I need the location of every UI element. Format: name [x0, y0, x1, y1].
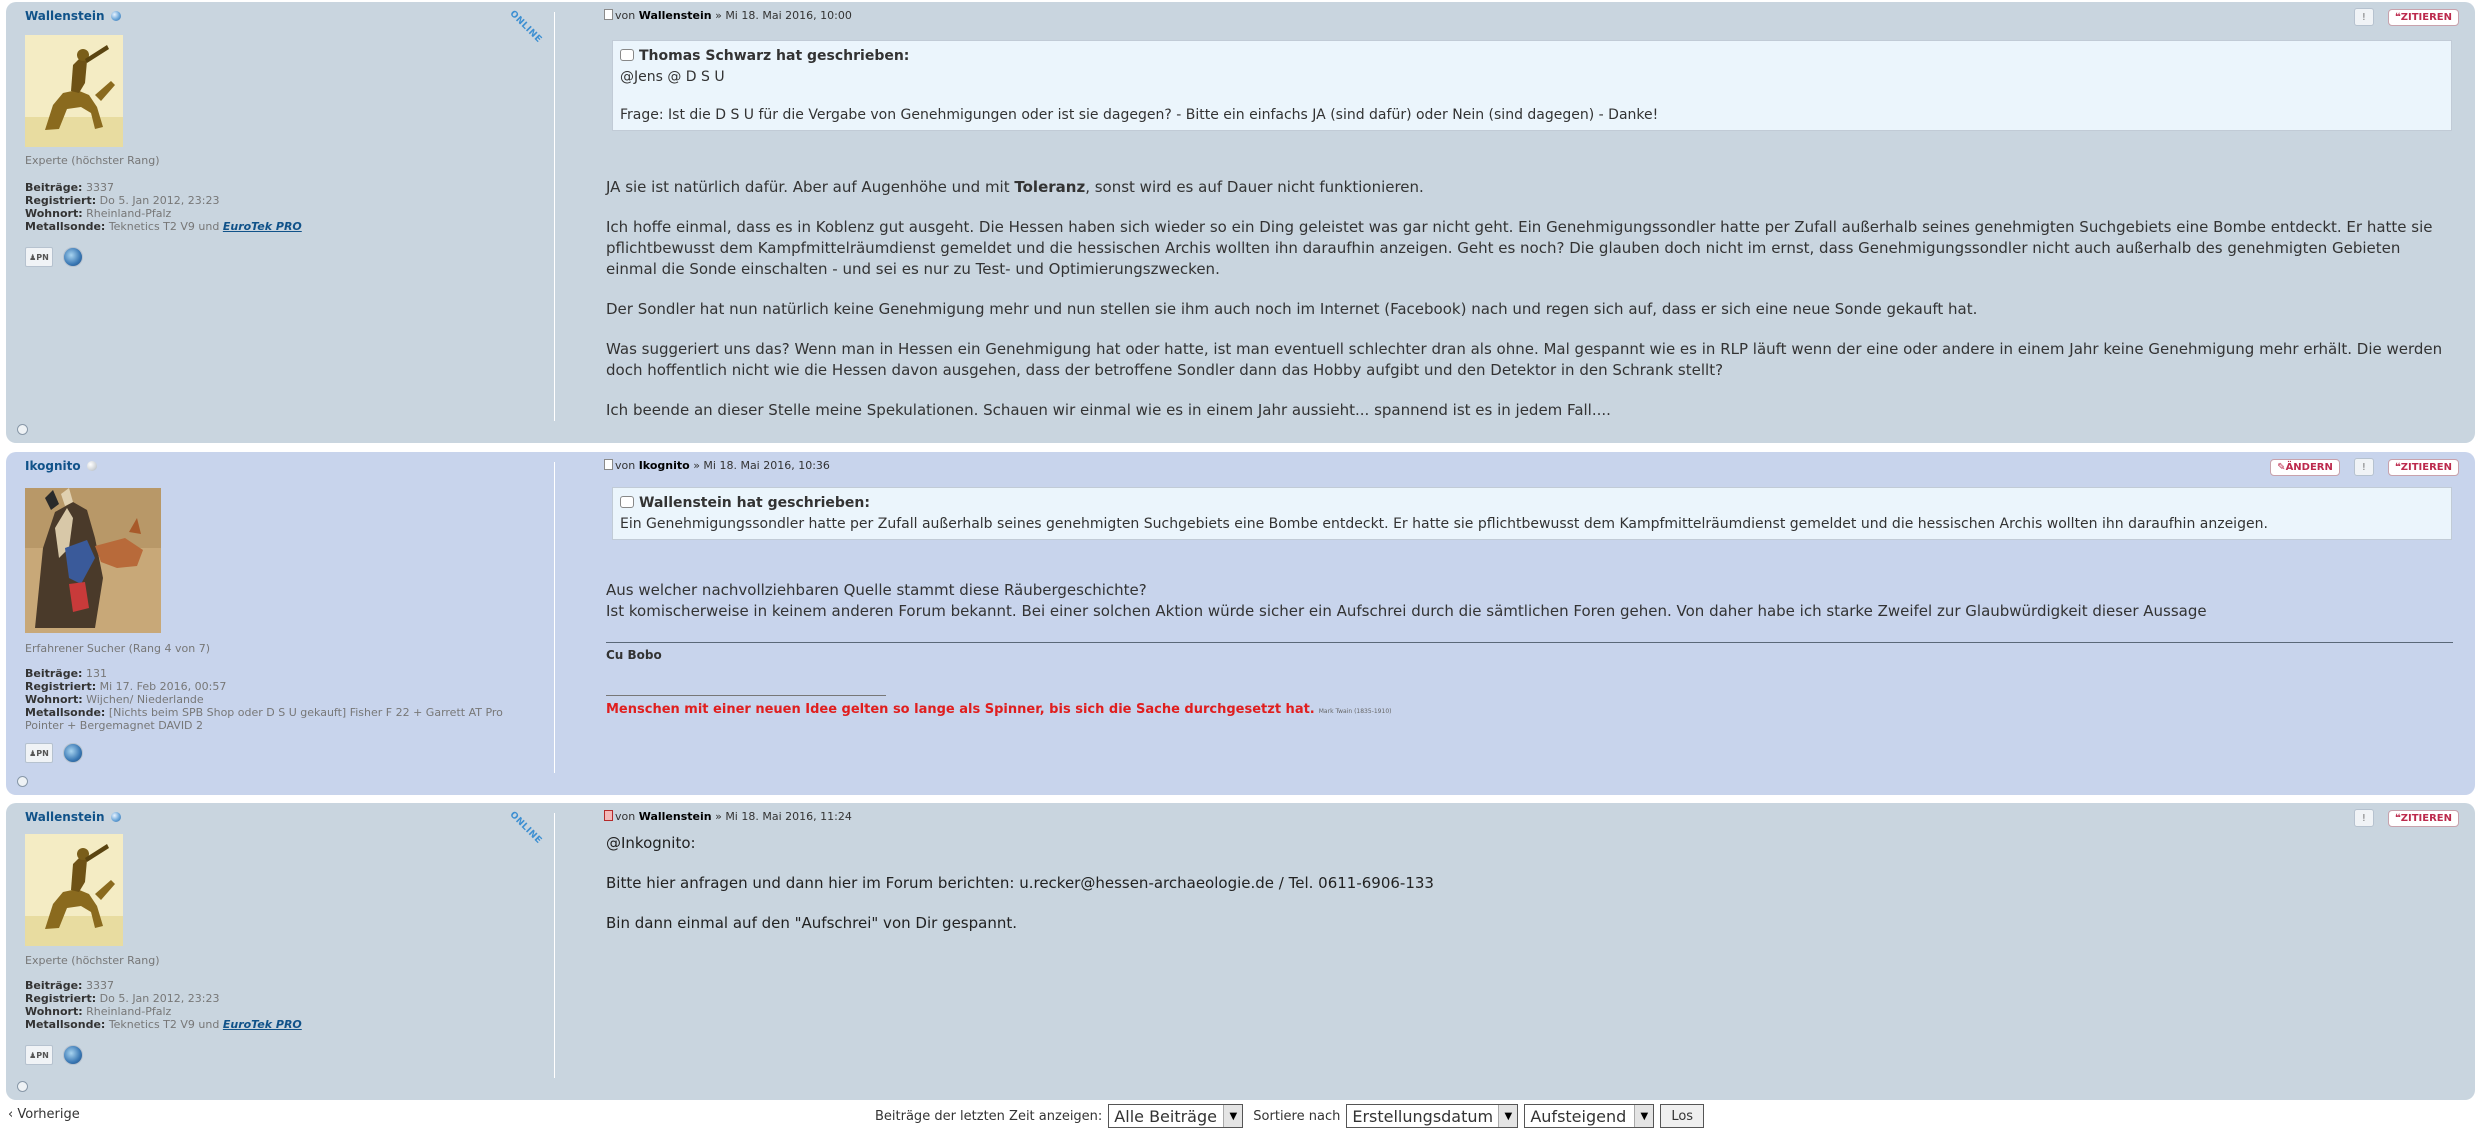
quote-line: @Jens @ D S U — [620, 69, 725, 85]
post-body: JA sie ist natürlich dafür. Aber auf Aug… — [606, 177, 2453, 440]
user-stats: Beiträge: 131 Registriert: Mi 17. Feb 20… — [25, 667, 503, 732]
body-paragraph: Aus welcher nachvollziehbaren Quelle sta… — [606, 581, 1147, 599]
topic-footer: ‹ Vorherige Beiträge der letzten Zeit an… — [0, 1103, 2489, 1133]
offline-status-icon — [86, 461, 97, 471]
website-icon[interactable] — [63, 247, 83, 267]
back-to-top-icon[interactable] — [17, 776, 28, 787]
avatar[interactable] — [25, 35, 123, 147]
pm-button[interactable]: ♟ PN — [25, 743, 53, 763]
post-actions: ! ❝ZITIEREN — [2353, 809, 2459, 827]
divider — [554, 462, 555, 773]
quote-block: Wallenstein hat geschrieben: Ein Genehmi… — [612, 487, 2452, 540]
sort-label: Sortiere nach — [1253, 1108, 1341, 1124]
pm-button[interactable]: ♟ PN — [25, 1045, 53, 1065]
post-content: von Wallenstein » Mi 18. Mai 2016, 11:24… — [604, 803, 2465, 1100]
website-icon[interactable] — [63, 743, 83, 763]
signature-line — [606, 695, 886, 696]
quote-line — [620, 87, 2442, 106]
sort-controls: Beiträge der letzten Zeit anzeigen: Alle… — [875, 1104, 1705, 1128]
body-paragraph: Ist komischerweise in keinem anderen For… — [606, 602, 2207, 620]
divider — [554, 12, 555, 421]
user-rank: Experte (höchster Rang) — [25, 154, 160, 167]
author-link[interactable]: Ikognito — [639, 459, 690, 472]
quote-line: Ein Genehmigungssondler hatte per Zufall… — [620, 516, 2268, 532]
post-actions: ! ❝ZITIEREN — [2353, 8, 2459, 26]
body-paragraph: JA sie ist natürlich dafür. Aber auf Aug… — [606, 178, 1424, 196]
post-content: von Wallenstein » Mi 18. Mai 2016, 10:00… — [604, 2, 2465, 443]
quote-line: Frage: Ist die D S U für die Vergabe von… — [620, 107, 1659, 123]
pm-button[interactable]: ♟ PN — [25, 247, 53, 267]
body-paragraph: Was suggeriert uns das? Wenn man in Hess… — [606, 340, 2443, 379]
previous-link[interactable]: ‹ Vorherige — [8, 1107, 80, 1122]
body-paragraph: @Inkognito: — [606, 834, 696, 852]
speech-bubble-icon — [620, 49, 634, 61]
post-2: Ikognito Erfahrener Sucher (Rang 4 von 7… — [6, 452, 2475, 795]
quote-block: Thomas Schwarz hat geschrieben: @Jens @ … — [612, 40, 2452, 131]
online-status-icon — [110, 11, 121, 21]
post-icon — [604, 810, 613, 821]
body-paragraph: Der Sondler hat nun natürlich keine Gene… — [606, 300, 1978, 318]
go-button[interactable]: Los — [1660, 1104, 1705, 1128]
body-paragraph: Ich beende an dieser Stelle meine Spekul… — [606, 401, 1611, 419]
user-rank: Erfahrener Sucher (Rang 4 von 7) — [25, 642, 211, 655]
user-rank: Experte (höchster Rang) — [25, 954, 160, 967]
website-icon[interactable] — [63, 1045, 83, 1065]
post-content: von Ikognito » Mi 18. Mai 2016, 10:36 ✎Ä… — [604, 452, 2465, 795]
user-stats: Beiträge: 3337 Registriert: Do 5. Jan 20… — [25, 181, 302, 233]
quote-header: Wallenstein hat geschrieben: — [620, 495, 2442, 511]
online-badge: ONLINE — [507, 10, 544, 46]
post-icon — [604, 9, 613, 20]
divider — [554, 813, 555, 1078]
sort-select[interactable]: Erstellungsdatum ▼ — [1346, 1104, 1519, 1128]
display-select[interactable]: Alle Beiträge ▼ — [1108, 1104, 1244, 1128]
post-body: @Inkognito: Bitte hier anfragen und dann… — [606, 833, 2453, 953]
signature-quote: Menschen mit einer neuen Idee gelten so … — [606, 702, 1392, 717]
author-link[interactable]: Wallenstein — [639, 810, 712, 823]
post-author-line: von Ikognito » Mi 18. Mai 2016, 10:36 — [604, 459, 830, 472]
post-username[interactable]: Wallenstein — [25, 9, 121, 23]
body-paragraph: Bin dann einmal auf den "Aufschrei" von … — [606, 914, 1017, 932]
back-to-top-icon[interactable] — [17, 1081, 28, 1092]
post-1: Wallenstein ONLINE Experte (höchster Ran… — [6, 2, 2475, 443]
post-body: Aus welcher nachvollziehbaren Quelle sta… — [606, 580, 2453, 622]
signature-name: Cu Bobo — [606, 648, 662, 662]
post-username[interactable]: Ikognito — [25, 459, 97, 473]
post-author-line: von Wallenstein » Mi 18. Mai 2016, 11:24 — [604, 810, 852, 823]
chevron-down-icon: ▼ — [1498, 1105, 1518, 1127]
chevron-down-icon: ▼ — [1634, 1105, 1654, 1127]
report-icon[interactable]: ! — [2353, 8, 2374, 26]
back-to-top-icon[interactable] — [17, 424, 28, 435]
post-author-line: von Wallenstein » Mi 18. Mai 2016, 10:00 — [604, 9, 852, 22]
signature-divider — [606, 642, 2453, 643]
report-icon[interactable]: ! — [2353, 809, 2374, 827]
detector-link[interactable]: EuroTek PRO — [223, 220, 302, 233]
post-profile: Wallenstein ONLINE Experte (höchster Ran… — [6, 2, 551, 443]
avatar[interactable] — [25, 488, 161, 633]
speech-bubble-icon — [620, 496, 634, 508]
quote-button[interactable]: ❝ZITIEREN — [2387, 809, 2459, 827]
author-link[interactable]: Wallenstein — [639, 9, 712, 22]
post-actions: ✎ÄNDERN ! ❝ZITIEREN — [2270, 458, 2459, 476]
report-icon[interactable]: ! — [2353, 458, 2374, 476]
post-icon — [604, 459, 613, 470]
user-stats: Beiträge: 3337 Registriert: Do 5. Jan 20… — [25, 979, 302, 1031]
avatar[interactable] — [25, 834, 123, 946]
detector-link[interactable]: EuroTek PRO — [223, 1018, 302, 1031]
edit-button[interactable]: ✎ÄNDERN — [2270, 458, 2340, 476]
display-label: Beiträge der letzten Zeit anzeigen: — [875, 1108, 1103, 1124]
chevron-down-icon: ▼ — [1223, 1105, 1243, 1127]
online-status-icon — [110, 812, 121, 822]
online-badge: ONLINE — [507, 811, 544, 847]
post-username[interactable]: Wallenstein — [25, 810, 121, 824]
order-select[interactable]: Aufsteigend ▼ — [1524, 1104, 1655, 1128]
post-3: Wallenstein ONLINE Experte (höchster Ran… — [6, 803, 2475, 1100]
body-paragraph: Ich hoffe einmal, dass es in Koblenz gut… — [606, 218, 2433, 278]
post-profile: Ikognito Erfahrener Sucher (Rang 4 von 7… — [6, 452, 551, 795]
quote-button[interactable]: ❝ZITIEREN — [2387, 8, 2459, 26]
body-paragraph: Bitte hier anfragen und dann hier im For… — [606, 874, 1434, 892]
post-profile: Wallenstein ONLINE Experte (höchster Ran… — [6, 803, 551, 1100]
quote-button[interactable]: ❝ZITIEREN — [2387, 458, 2459, 476]
quote-header: Thomas Schwarz hat geschrieben: — [620, 48, 2442, 64]
